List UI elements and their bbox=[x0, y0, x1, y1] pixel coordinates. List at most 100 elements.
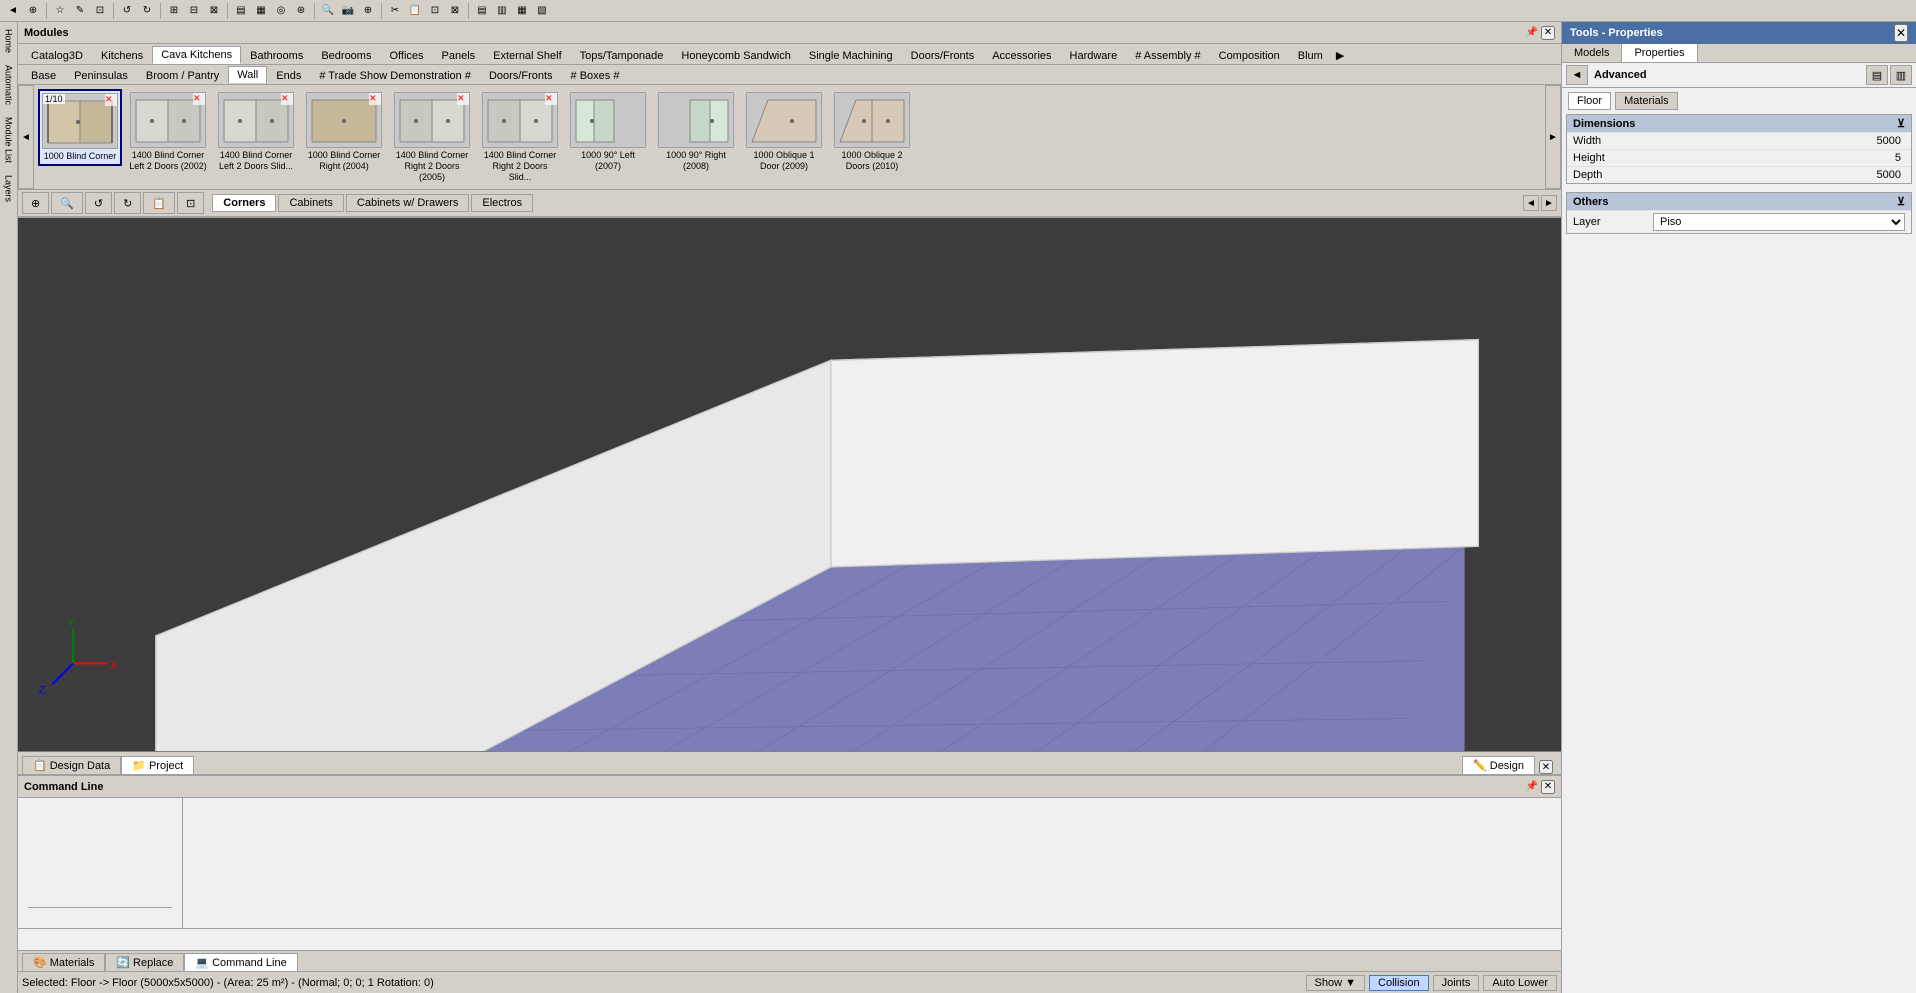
cat-tab-offices[interactable]: Offices bbox=[380, 47, 432, 64]
viewport-scroll-right-btn[interactable]: ► bbox=[1541, 195, 1557, 211]
right-sub-tab-floor[interactable]: Floor bbox=[1568, 92, 1611, 110]
sidebar-tab-home[interactable]: Home bbox=[2, 24, 16, 58]
cat-tab-blum[interactable]: Blum bbox=[1289, 47, 1332, 64]
joints-btn[interactable]: Joints bbox=[1433, 975, 1480, 991]
module-item-9[interactable]: 1000 Oblique 1 Door (2009) bbox=[742, 89, 826, 175]
module-item-7[interactable]: 1000 90° Left (2007) bbox=[566, 89, 650, 175]
module-scroll-left[interactable]: ◄ bbox=[18, 85, 34, 189]
collision-btn[interactable]: Collision bbox=[1369, 975, 1429, 991]
module-item-8[interactable]: 1000 90° Right (2008) bbox=[654, 89, 738, 175]
viewport[interactable]: X Y Z bbox=[18, 218, 1561, 751]
cat-tab-bathrooms[interactable]: Bathrooms bbox=[241, 47, 312, 64]
toolbar-btn-14[interactable]: ⊛ bbox=[292, 2, 310, 20]
sidebar-tab-automatic[interactable]: Automatic bbox=[2, 60, 16, 110]
sub-toolbar-btn-3[interactable]: ↺ bbox=[85, 192, 112, 214]
subcat-tab-peninsulas[interactable]: Peninsulas bbox=[65, 67, 137, 84]
toolbar-btn-16[interactable]: 📷 bbox=[339, 2, 357, 20]
sub-toolbar-btn-4[interactable]: ↻ bbox=[114, 192, 141, 214]
module-item-4[interactable]: ✕ 1000 Blind Corner Right (2004) bbox=[302, 89, 386, 175]
command-input-field[interactable] bbox=[18, 929, 1561, 950]
subcat-tab-ends[interactable]: Ends bbox=[267, 67, 310, 84]
cat-tab-accessories[interactable]: Accessories bbox=[983, 47, 1060, 64]
filter-tab-electros[interactable]: Electros bbox=[471, 194, 533, 212]
toolbar-btn-7[interactable]: ↻ bbox=[138, 2, 156, 20]
cat-tab-tops[interactable]: Tops/Tamponade bbox=[571, 47, 673, 64]
sidebar-tab-module-list[interactable]: Module List bbox=[2, 112, 16, 168]
right-tab-models[interactable]: Models bbox=[1562, 44, 1622, 62]
module-item-2[interactable]: ✕ 1400 Blind Corner Left 2 Doors (2002) bbox=[126, 89, 210, 175]
bottom-tab-design-data[interactable]: 📋 Design Data bbox=[22, 756, 121, 774]
module-item-10[interactable]: 1000 Oblique 2 Doors (2010) bbox=[830, 89, 914, 175]
sidebar-tab-layers[interactable]: Layers bbox=[2, 170, 16, 207]
cat-tab-more[interactable]: ▶ bbox=[1332, 47, 1348, 64]
toolbar-btn-5[interactable]: ⊡ bbox=[91, 2, 109, 20]
module-item-6[interactable]: ✕ 1400 Blind Corner Right 2 Doors Slid..… bbox=[478, 89, 562, 185]
right-icon-left[interactable]: ◄ bbox=[1566, 65, 1588, 85]
sub-toolbar-btn-2[interactable]: 🔍 bbox=[51, 192, 83, 214]
modules-close-btn[interactable]: ✕ bbox=[1541, 26, 1555, 40]
cat-tab-doors-fronts[interactable]: Doors/Fronts bbox=[902, 47, 984, 64]
subcat-tab-broom[interactable]: Broom / Pantry bbox=[137, 67, 228, 84]
right-tab-properties[interactable]: Properties bbox=[1622, 44, 1697, 62]
module-delete-4[interactable]: ✕ bbox=[369, 93, 381, 105]
right-table-icon-2[interactable]: ▥ bbox=[1890, 65, 1912, 85]
right-table-icon-1[interactable]: ▤ bbox=[1866, 65, 1888, 85]
module-delete-5[interactable]: ✕ bbox=[457, 93, 469, 105]
toolbar-btn-1[interactable]: ◄ bbox=[4, 2, 22, 20]
sub-toolbar-btn-6[interactable]: ⊡ bbox=[177, 192, 204, 214]
toolbar-btn-10[interactable]: ⊠ bbox=[205, 2, 223, 20]
cat-tab-panels[interactable]: Panels bbox=[433, 47, 485, 64]
toolbar-btn-22[interactable]: ▤ bbox=[473, 2, 491, 20]
cat-tab-kitchens[interactable]: Kitchens bbox=[92, 47, 152, 64]
toolbar-btn-23[interactable]: ▥ bbox=[493, 2, 511, 20]
module-item-1[interactable]: 1/10 ✕ 1000 Blind Corner bbox=[38, 89, 122, 166]
bottom-panel-close[interactable]: ✕ bbox=[1539, 760, 1553, 774]
sub-toolbar-btn-1[interactable]: ⊕ bbox=[22, 192, 49, 214]
bottom-tab-design[interactable]: ✏️ Design bbox=[1462, 756, 1535, 774]
bottom-tab-project[interactable]: 📁 Project bbox=[121, 756, 194, 774]
cat-tab-cava-kitchens[interactable]: Cava Kitchens bbox=[152, 46, 241, 64]
cmd-tab-replace[interactable]: 🔄 Replace bbox=[105, 953, 184, 971]
toolbar-btn-21[interactable]: ⊠ bbox=[446, 2, 464, 20]
module-item-3[interactable]: ✕ 1400 Blind Corner Left 2 Doors Slid... bbox=[214, 89, 298, 175]
subcat-tab-wall[interactable]: Wall bbox=[228, 66, 267, 84]
dimensions-collapse[interactable]: ⊻ bbox=[1897, 117, 1905, 130]
toolbar-btn-11[interactable]: ▤ bbox=[232, 2, 250, 20]
toolbar-btn-18[interactable]: ✂ bbox=[386, 2, 404, 20]
module-delete-3[interactable]: ✕ bbox=[281, 93, 293, 105]
cat-tab-bedrooms[interactable]: Bedrooms bbox=[312, 47, 380, 64]
toolbar-btn-13[interactable]: ◎ bbox=[272, 2, 290, 20]
sub-toolbar-btn-5[interactable]: 📋 bbox=[143, 192, 175, 214]
cmd-tab-command-line[interactable]: 💻 Command Line bbox=[184, 953, 297, 971]
subcat-tab-doors[interactable]: Doors/Fronts bbox=[480, 67, 562, 84]
module-delete-6[interactable]: ✕ bbox=[545, 93, 557, 105]
module-scroll-right[interactable]: ► bbox=[1545, 85, 1561, 189]
subcat-tab-boxes[interactable]: # Boxes # bbox=[562, 67, 629, 84]
toolbar-btn-6[interactable]: ↺ bbox=[118, 2, 136, 20]
toolbar-btn-19[interactable]: 📋 bbox=[406, 2, 424, 20]
layer-select[interactable]: Piso Default Layer 1 bbox=[1653, 213, 1905, 231]
show-btn[interactable]: Show ▼ bbox=[1306, 975, 1365, 991]
others-collapse[interactable]: ⊻ bbox=[1897, 195, 1905, 208]
cat-tab-honeycomb[interactable]: Honeycomb Sandwich bbox=[672, 47, 799, 64]
cmd-tab-materials[interactable]: 🎨 Materials bbox=[22, 953, 105, 971]
cat-tab-assembly[interactable]: # Assembly # bbox=[1126, 47, 1209, 64]
cat-tab-hardware[interactable]: Hardware bbox=[1061, 47, 1127, 64]
command-close-btn[interactable]: ✕ bbox=[1541, 780, 1555, 794]
toolbar-btn-12[interactable]: ▦ bbox=[252, 2, 270, 20]
toolbar-btn-8[interactable]: ⊞ bbox=[165, 2, 183, 20]
modules-pin-btn[interactable]: 📌 bbox=[1523, 24, 1541, 42]
toolbar-btn-17[interactable]: ⊕ bbox=[359, 2, 377, 20]
filter-tab-cabinets[interactable]: Cabinets bbox=[278, 194, 343, 212]
right-panel-close-btn[interactable]: ✕ bbox=[1894, 24, 1908, 42]
module-delete-1[interactable]: ✕ bbox=[105, 94, 117, 106]
module-delete-2[interactable]: ✕ bbox=[193, 93, 205, 105]
command-pin-btn[interactable]: 📌 bbox=[1523, 778, 1541, 796]
filter-tab-corners[interactable]: Corners bbox=[212, 194, 276, 212]
toolbar-btn-25[interactable]: ▧ bbox=[533, 2, 551, 20]
toolbar-btn-24[interactable]: ▦ bbox=[513, 2, 531, 20]
auto-lower-btn[interactable]: Auto Lower bbox=[1483, 975, 1557, 991]
toolbar-btn-9[interactable]: ⊟ bbox=[185, 2, 203, 20]
cat-tab-single-machining[interactable]: Single Machining bbox=[800, 47, 902, 64]
cat-tab-composition[interactable]: Composition bbox=[1210, 47, 1289, 64]
